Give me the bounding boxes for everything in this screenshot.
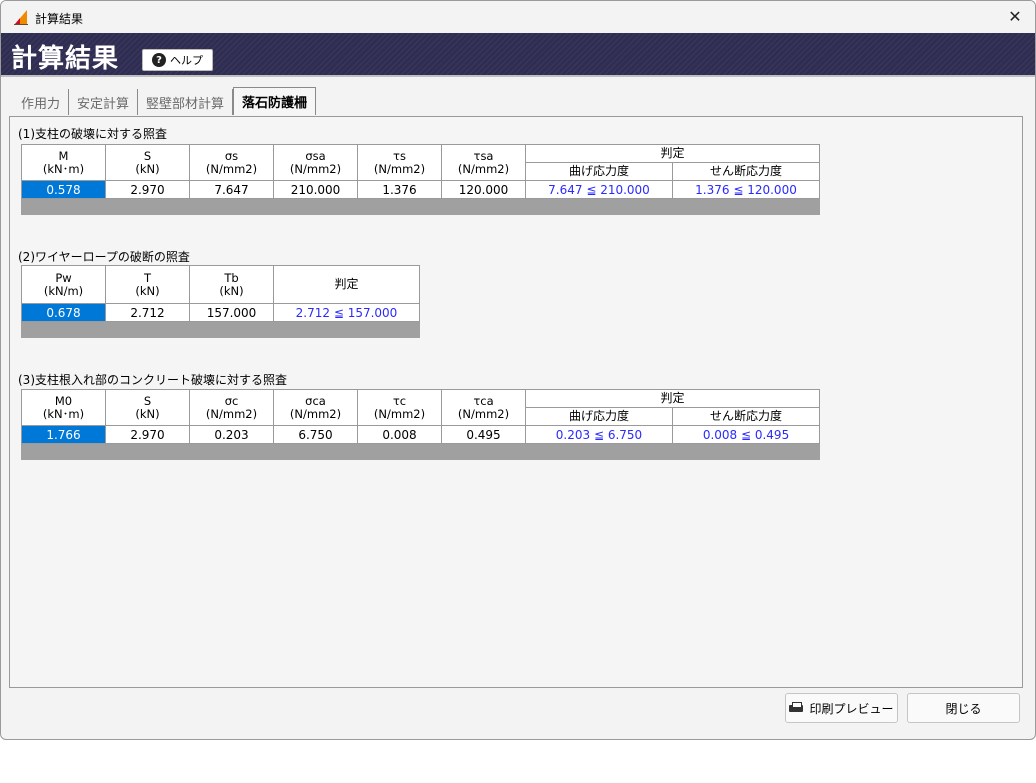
- table-cell[interactable]: 6.750: [273, 425, 358, 444]
- section3-title: (3)支柱根入れ部のコンクリート破壊に対する照査: [18, 373, 287, 387]
- tab-forces[interactable]: 作用力: [13, 89, 70, 115]
- table-footer-row: [20, 198, 821, 215]
- close-label: 閉じる: [945, 701, 982, 716]
- tab-wall-member[interactable]: 竪壁部材計算: [138, 89, 234, 115]
- print-preview-label: 印刷プレビュー: [809, 701, 894, 716]
- tab-content-panel: (1)支柱の破壊に対する照査 M (kN･m) S (kN) σs (N/mm2) σ…: [9, 116, 1023, 688]
- judge-sub-header: せん断応力度: [671, 407, 821, 426]
- header-cell: τsa (N/mm2): [441, 144, 526, 181]
- header-cell: σc (N/mm2): [189, 389, 274, 426]
- section2-title: (2)ワイヤーロープの破断の照査: [18, 250, 190, 264]
- judge-header: 判定: [524, 389, 821, 408]
- judge-sub-header: せん断応力度: [671, 162, 821, 181]
- table-cell[interactable]: 0.008: [357, 425, 442, 444]
- judge-header: 判定: [524, 144, 821, 163]
- help-button[interactable]: ? ヘルプ: [142, 49, 213, 71]
- close-button[interactable]: 閉じる: [907, 693, 1020, 723]
- header-cell: Pw (kN/m): [21, 265, 106, 304]
- print-preview-button[interactable]: 印刷プレビュー: [785, 693, 898, 723]
- header-cell: T (kN): [105, 265, 190, 304]
- judge-sub-header: 曲げ応力度: [525, 407, 673, 426]
- page-title: 計算結果: [11, 44, 120, 74]
- table-footer-row: [20, 443, 821, 460]
- table-cell-selected[interactable]: 1.766: [21, 425, 106, 444]
- app-logo-icon: [14, 10, 28, 25]
- header-cell: S (kN): [105, 144, 190, 181]
- table-footer-row: [21, 321, 420, 338]
- table-cell-judge[interactable]: 1.376 ≦ 120.000: [671, 180, 821, 199]
- table-row: 0.678 2.712 157.000 2.712 ≦ 157.000: [21, 303, 420, 322]
- table-cell[interactable]: 2.970: [105, 425, 190, 444]
- question-icon: ?: [152, 53, 166, 67]
- window-title: 計算結果: [35, 12, 84, 26]
- table-cell-judge[interactable]: 7.647 ≦ 210.000: [525, 180, 673, 199]
- table-row: 1.766 2.970 0.203 6.750 0.008 0.495 0.20…: [21, 425, 821, 444]
- table-cell[interactable]: 2.712: [105, 303, 190, 322]
- section3-table: M0 (kN･m) S (kN) σc (N/mm2) σca (N/mm2) τc (N…: [20, 389, 821, 460]
- header-cell: S (kN): [105, 389, 190, 426]
- tab-stability[interactable]: 安定計算: [69, 89, 139, 115]
- header-cell: σca (N/mm2): [273, 389, 358, 426]
- table-cell[interactable]: 2.970: [105, 180, 190, 199]
- table-cell-judge[interactable]: 0.203 ≦ 6.750: [525, 425, 673, 444]
- tab-rockfall-fence[interactable]: 落石防護柵: [233, 87, 317, 115]
- table-cell-selected[interactable]: 0.578: [21, 180, 106, 199]
- table-cell[interactable]: 7.647: [189, 180, 274, 199]
- window-close-icon[interactable]: ✕: [1003, 5, 1027, 29]
- table-row: 0.578 2.970 7.647 210.000 1.376 120.000 …: [21, 180, 821, 199]
- header-banner: 計算結果 ? ヘルプ: [1, 33, 1035, 77]
- header-cell: τs (N/mm2): [357, 144, 442, 181]
- table-cell-judge[interactable]: 2.712 ≦ 157.000: [273, 303, 420, 322]
- printer-icon: [789, 702, 804, 714]
- header-cell: Tb (kN): [189, 265, 274, 304]
- result-window: 計算結果 ✕ 計算結果 ? ヘルプ 作用力 安定計算 竪壁部材計算 落石防護柵 …: [0, 0, 1036, 740]
- section1-title: (1)支柱の破壊に対する照査: [18, 127, 167, 141]
- table-cell[interactable]: 157.000: [189, 303, 274, 322]
- section1-table: M (kN･m) S (kN) σs (N/mm2) σsa (N/mm2) τs (N/…: [20, 144, 821, 215]
- help-label: ヘルプ: [170, 54, 203, 67]
- table-cell-judge[interactable]: 0.008 ≦ 0.495: [671, 425, 821, 444]
- header-cell: σs (N/mm2): [189, 144, 274, 181]
- table-cell[interactable]: 120.000: [441, 180, 526, 199]
- tab-bar: 作用力 安定計算 竪壁部材計算 落石防護柵: [13, 87, 317, 115]
- judge-sub-header: 曲げ応力度: [525, 162, 673, 181]
- header-cell: τca (N/mm2): [441, 389, 526, 426]
- table-cell[interactable]: 210.000: [273, 180, 358, 199]
- table-cell-selected[interactable]: 0.678: [21, 303, 106, 322]
- header-cell: M0 (kN･m): [21, 389, 106, 426]
- title-bar: 計算結果 ✕: [1, 1, 1035, 33]
- section2-table: Pw (kN/m) T (kN) Tb (kN) 判定 0.678 2.712 157…: [21, 265, 420, 338]
- header-cell: M (kN･m): [21, 144, 106, 181]
- table-cell[interactable]: 0.495: [441, 425, 526, 444]
- judge-header: 判定: [273, 265, 420, 304]
- header-cell: σsa (N/mm2): [273, 144, 358, 181]
- header-cell: τc (N/mm2): [357, 389, 442, 426]
- table-cell[interactable]: 0.203: [189, 425, 274, 444]
- table-cell[interactable]: 1.376: [357, 180, 442, 199]
